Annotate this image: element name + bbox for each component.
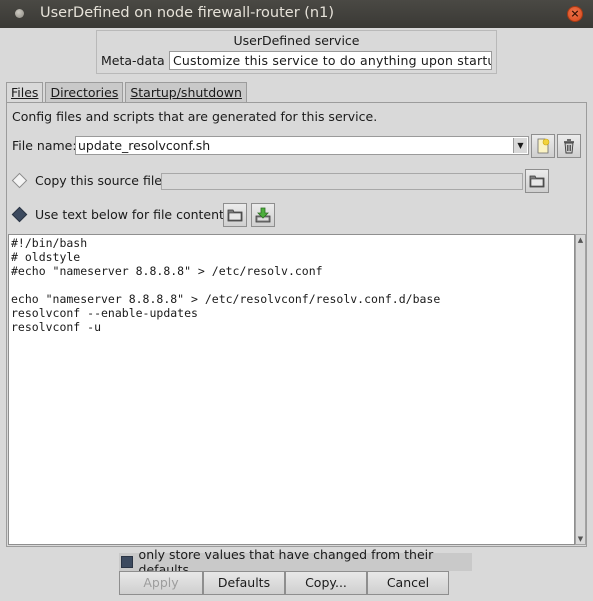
tab-files-label: Files (11, 85, 39, 100)
editor-scrollbar[interactable]: ▲ ▼ (575, 234, 586, 545)
apply-button[interactable]: Apply (119, 571, 203, 595)
tab-startup-shutdown[interactable]: Startup/shutdown (125, 82, 247, 102)
file-name-value: update_resolvconf.sh (78, 138, 211, 153)
copy-source-option[interactable]: Copy this source file: (11, 172, 167, 189)
new-file-icon (537, 138, 550, 154)
close-button[interactable]: × (567, 6, 583, 22)
copy-source-label: Copy this source file: (35, 173, 167, 188)
only-store-checkbox[interactable] (121, 556, 133, 568)
file-contents-editor[interactable]: #!/bin/bash # oldstyle #echo "nameserver… (8, 234, 575, 545)
service-meta-section: UserDefined service Meta-data Customize … (96, 30, 497, 74)
meta-data-label: Meta-data (101, 53, 165, 68)
dialog-window: UserDefined on node firewall-router (n1)… (0, 0, 593, 601)
window-title: UserDefined on node firewall-router (n1) (40, 5, 335, 21)
copy-source-input[interactable] (161, 173, 523, 190)
file-name-combobox[interactable]: update_resolvconf.sh ▼ (75, 136, 529, 155)
browse-source-button[interactable] (525, 169, 549, 193)
use-text-radio[interactable] (11, 206, 28, 223)
tab-directories[interactable]: Directories (45, 82, 124, 102)
new-file-button[interactable] (531, 134, 555, 158)
files-description: Config files and scripts that are genera… (12, 109, 378, 124)
tab-startup-shutdown-label: Startup/shutdown (130, 85, 242, 100)
save-file-button[interactable] (251, 203, 275, 227)
title-bar[interactable]: UserDefined on node firewall-router (n1)… (0, 0, 593, 28)
service-title: UserDefined service (233, 33, 360, 48)
scroll-up-icon[interactable]: ▲ (576, 235, 585, 245)
use-text-option[interactable]: Use text below for file contents: (11, 206, 235, 223)
trash-icon (564, 139, 574, 154)
delete-file-button[interactable] (557, 134, 581, 158)
dropdown-arrow-icon[interactable]: ▼ (513, 138, 527, 153)
defaults-button[interactable]: Defaults (203, 571, 285, 595)
load-file-button[interactable] (223, 203, 247, 227)
file-name-label: File name: (12, 138, 77, 153)
cancel-button[interactable]: Cancel (367, 571, 449, 595)
meta-data-input[interactable]: Customize this service to do anything up… (169, 51, 492, 70)
tab-bar: Files Directories Startup/shutdown (6, 82, 249, 103)
scroll-down-icon[interactable]: ▼ (576, 534, 585, 544)
save-download-icon (255, 207, 271, 223)
window-menu-icon[interactable] (15, 9, 24, 18)
dialog-buttons: Apply Defaults Copy... Cancel (119, 571, 449, 595)
only-store-option[interactable]: only store values that have changed from… (119, 547, 472, 577)
copy-button[interactable]: Copy... (285, 571, 367, 595)
open-folder-icon (227, 209, 243, 222)
use-text-label: Use text below for file contents: (35, 207, 235, 222)
tab-files[interactable]: Files (6, 82, 44, 103)
copy-source-radio[interactable] (11, 172, 28, 189)
files-panel: Config files and scripts that are genera… (6, 102, 587, 547)
tab-directories-label: Directories (50, 85, 119, 100)
open-folder-icon (529, 175, 545, 188)
